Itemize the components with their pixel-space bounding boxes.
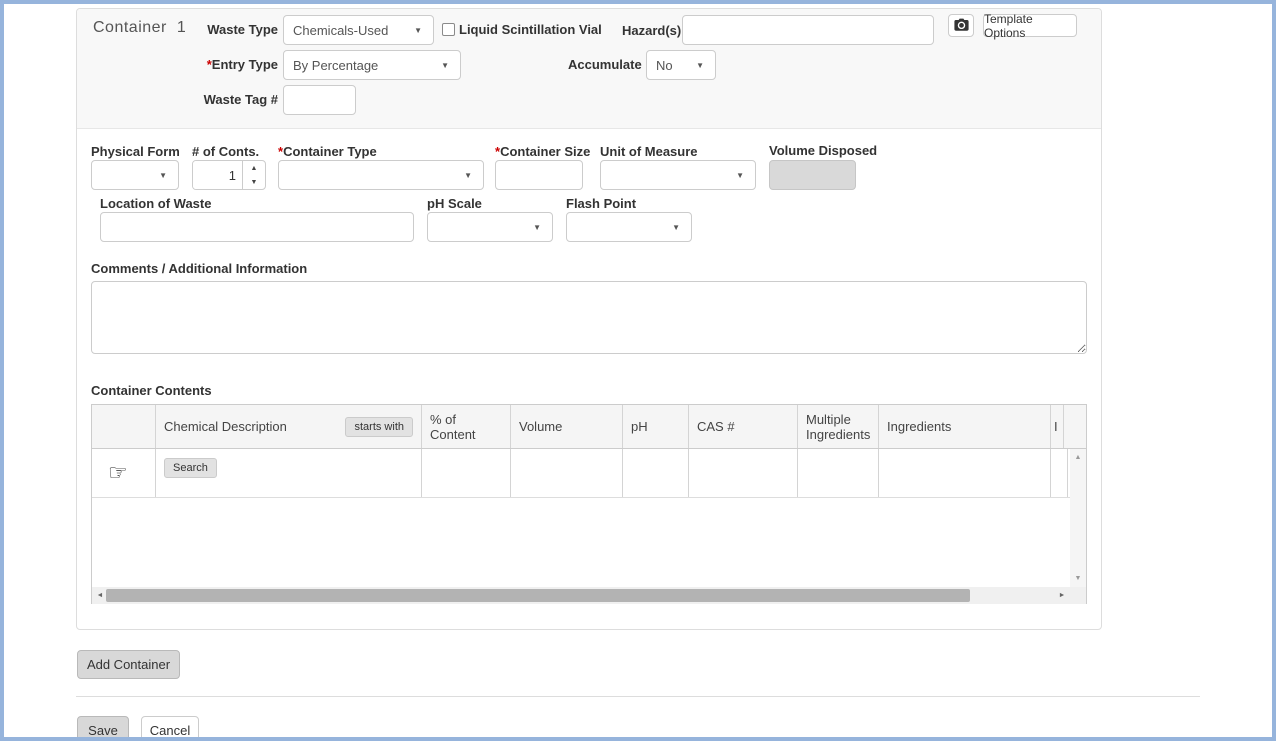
- ph-scale-label: pH Scale: [427, 196, 482, 211]
- num-conts-spin-buttons: ▲ ▼: [242, 161, 265, 189]
- column-header-percent-of-content: % of Content: [422, 405, 511, 448]
- hand-pointer-icon: ☞: [108, 460, 128, 486]
- physical-form-label: Physical Form: [91, 144, 180, 159]
- spinner-down-icon[interactable]: ▼: [243, 175, 265, 189]
- vertical-scrollbar[interactable]: ▲ ▼: [1070, 449, 1086, 587]
- accumulate-value: No: [647, 58, 696, 73]
- starts-with-button[interactable]: starts with: [345, 417, 413, 437]
- hazards-input[interactable]: [682, 15, 934, 45]
- liquid-scintillation-vial-label: Liquid Scintillation Vial: [459, 22, 602, 37]
- column-header-ingredients: Ingredients: [879, 405, 1051, 448]
- row-indicator-cell: ☞: [92, 449, 156, 497]
- column-header-partial: I: [1051, 405, 1064, 448]
- entry-type-value: By Percentage: [284, 58, 441, 73]
- unit-of-measure-select[interactable]: ▼: [600, 160, 756, 190]
- container-contents-table: Chemical Description starts with % of Co…: [91, 404, 1087, 604]
- table-header-row: Chemical Description starts with % of Co…: [92, 405, 1086, 449]
- chevron-down-icon: ▼: [736, 171, 755, 180]
- waste-type-label: Waste Type: [150, 22, 278, 37]
- ph-scale-select[interactable]: ▼: [427, 212, 553, 242]
- hazards-label: Hazard(s): [622, 23, 681, 38]
- horizontal-scrollbar-thumb[interactable]: [106, 589, 970, 602]
- column-header-multiple-ingredients: Multiple Ingredients: [798, 405, 879, 448]
- scroll-down-icon[interactable]: ▼: [1075, 570, 1082, 587]
- chevron-down-icon: ▼: [672, 223, 691, 232]
- waste-tag-input[interactable]: [283, 85, 356, 115]
- chemical-description-cell: Search: [156, 449, 422, 497]
- column-header-chemical-description: Chemical Description starts with: [156, 405, 422, 448]
- add-container-button[interactable]: Add Container: [77, 650, 180, 679]
- scrollbar-corner: [1070, 587, 1086, 604]
- camera-icon: [954, 18, 969, 34]
- volume-cell: [511, 449, 623, 497]
- ingredients-cell: [879, 449, 1051, 497]
- flash-point-label: Flash Point: [566, 196, 636, 211]
- liquid-scintillation-vial-checkbox[interactable]: [442, 23, 455, 36]
- waste-container-form-page: Container1 Waste Type Chemicals-Used ▼ L…: [0, 0, 1276, 741]
- container-contents-title: Container Contents: [91, 383, 212, 398]
- num-conts-label: # of Conts.: [192, 144, 259, 159]
- template-options-button[interactable]: Template Options: [983, 14, 1077, 37]
- spinner-up-icon[interactable]: ▲: [243, 161, 265, 175]
- partial-cell: [1051, 449, 1068, 497]
- accumulate-label: Accumulate: [568, 57, 642, 72]
- table-row: ☞ Search: [92, 449, 1086, 498]
- divider: [76, 696, 1200, 697]
- waste-tag-label: Waste Tag #: [150, 92, 278, 107]
- num-conts-stepper: ▲ ▼: [192, 160, 266, 190]
- accumulate-select[interactable]: No ▼: [646, 50, 716, 80]
- chevron-down-icon: ▼: [464, 171, 483, 180]
- flash-point-select[interactable]: ▼: [566, 212, 692, 242]
- column-header-ph: pH: [623, 405, 689, 448]
- cas-cell: [689, 449, 798, 497]
- percent-of-content-cell: [422, 449, 511, 497]
- comments-textarea[interactable]: [91, 281, 1087, 354]
- container-type-select[interactable]: ▼: [278, 160, 484, 190]
- horizontal-scrollbar[interactable]: ◄ ►: [92, 587, 1070, 604]
- column-header-row-indicator: [92, 405, 156, 448]
- chevron-down-icon: ▼: [414, 26, 433, 35]
- scroll-right-icon[interactable]: ►: [1054, 587, 1070, 604]
- chevron-down-icon: ▼: [533, 223, 552, 232]
- num-conts-input[interactable]: [193, 161, 242, 189]
- volume-disposed-field: [769, 160, 856, 190]
- search-button[interactable]: Search: [164, 458, 217, 478]
- cancel-button[interactable]: Cancel: [141, 716, 199, 741]
- column-header-cas: CAS #: [689, 405, 798, 448]
- physical-form-select[interactable]: ▼: [91, 160, 179, 190]
- chevron-down-icon: ▼: [696, 61, 715, 70]
- location-of-waste-label: Location of Waste: [100, 196, 211, 211]
- column-header-volume: Volume: [511, 405, 623, 448]
- volume-disposed-label: Volume Disposed: [769, 143, 877, 158]
- ph-cell: [623, 449, 689, 497]
- container-size-label: *Container Size: [495, 144, 590, 159]
- container-type-label: *Container Type: [278, 144, 377, 159]
- chevron-down-icon: ▼: [159, 171, 178, 180]
- unit-of-measure-label: Unit of Measure: [600, 144, 698, 159]
- table-body: ☞ Search ▲ ▼ ◄ ►: [92, 449, 1086, 604]
- waste-type-select[interactable]: Chemicals-Used ▼: [283, 15, 434, 45]
- waste-type-value: Chemicals-Used: [284, 23, 414, 38]
- template-options-label: Template Options: [984, 12, 1076, 40]
- entry-type-select[interactable]: By Percentage ▼: [283, 50, 461, 80]
- chevron-down-icon: ▼: [441, 61, 460, 70]
- container-size-input[interactable]: [495, 160, 583, 190]
- scroll-up-icon[interactable]: ▲: [1075, 449, 1082, 466]
- comments-label: Comments / Additional Information: [91, 261, 307, 276]
- camera-button[interactable]: [948, 14, 974, 37]
- location-of-waste-input[interactable]: [100, 212, 414, 242]
- multiple-ingredients-cell: [798, 449, 879, 497]
- entry-type-label: *Entry Type: [150, 57, 278, 72]
- save-button[interactable]: Save: [77, 716, 129, 741]
